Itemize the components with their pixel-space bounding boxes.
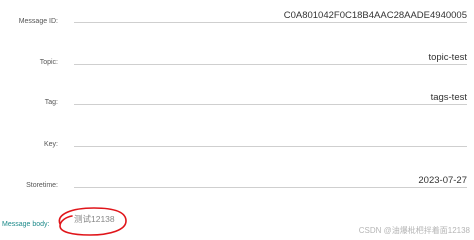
message-id-label: Message ID: [18,18,58,25]
red-annotation-circle [58,207,127,236]
tag-label: Tag: [44,99,58,106]
storetime-underline [74,187,467,188]
field-row-message-id: Message ID: C0A801042F0C18B4AAC28AADE494… [0,10,474,36]
annotation-stroke [58,207,127,236]
csdn-watermark: CSDN @油爆枇杷拌着面12138 [358,226,470,235]
storetime-label: Storetime: [26,182,58,189]
message-id-underline [74,22,467,23]
field-row-topic: Topic: topic-test [0,52,474,78]
field-row-storetime: Storetime: 2023-07-27 [0,175,474,201]
tag-underline [74,104,467,105]
key-underline [74,146,467,147]
message-body-label: Message body: [2,221,50,228]
key-label: Key: [43,141,58,148]
message-id-value[interactable]: C0A801042F0C18B4AAC28AADE4940005 [284,10,467,21]
field-row-tag: Tag: tags-test [0,92,474,118]
tag-value[interactable]: tags-test [431,92,467,103]
topic-label: Topic: [39,59,58,66]
field-row-key: Key: [0,134,474,160]
topic-underline [74,64,467,65]
topic-value[interactable]: topic-test [428,52,467,63]
storetime-value[interactable]: 2023-07-27 [418,175,467,186]
